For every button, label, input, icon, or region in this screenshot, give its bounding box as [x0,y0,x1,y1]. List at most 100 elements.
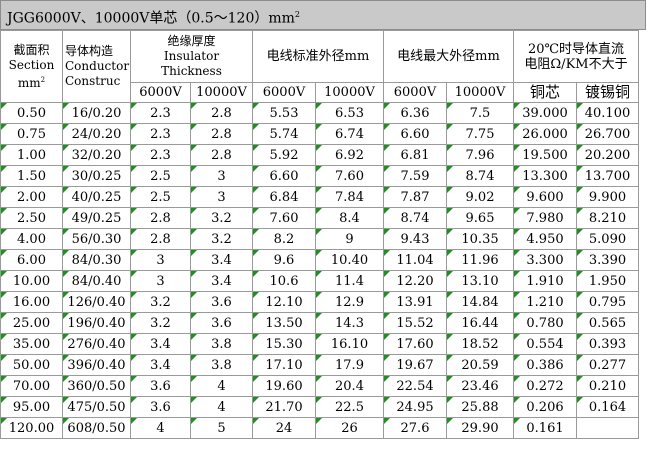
subheader-std-6000v[interactable]: 6000V [252,82,316,103]
cell-std-od-10000v[interactable]: 9 [315,228,384,250]
cell-max-od-6000v[interactable]: 7.59 [383,165,447,187]
cell-section[interactable]: 1.00 [0,144,63,166]
cell-max-od-10000v[interactable]: 18.52 [446,333,514,355]
cell-std-od-6000v[interactable]: 15.30 [252,333,316,355]
cell-ins-10000v[interactable]: 3.2 [190,228,253,250]
cell-conductor[interactable]: 24/0.20 [62,123,131,145]
cell-ins-6000v[interactable]: 2.8 [130,228,191,250]
cell-resistance-copper[interactable]: 4.950 [513,228,577,250]
cell-resistance-tinned[interactable]: 13.700 [576,165,639,187]
cell-ins-6000v[interactable]: 3.4 [130,333,191,355]
cell-max-od-6000v[interactable]: 12.20 [383,270,447,292]
cell-max-od-10000v[interactable]: 20.59 [446,354,514,376]
cell-conductor[interactable]: 276/0.40 [62,333,131,355]
cell-conductor[interactable]: 84/0.30 [62,249,131,271]
cell-std-od-10000v[interactable]: 26 [315,417,384,439]
cell-std-od-6000v[interactable]: 6.84 [252,186,316,208]
cell-ins-10000v[interactable]: 5 [190,417,253,439]
subheader-std-10000v[interactable]: 10000V [315,82,384,103]
cell-ins-10000v[interactable]: 4 [190,396,253,418]
cell-conductor[interactable]: 32/0.20 [62,144,131,166]
cell-max-od-6000v[interactable]: 24.95 [383,396,447,418]
cell-resistance-tinned[interactable]: 1.950 [576,270,639,292]
header-section[interactable]: 截面积 Section mm2 [0,30,63,103]
cell-max-od-6000v[interactable]: 6.36 [383,102,447,124]
cell-std-od-6000v[interactable]: 6.60 [252,165,316,187]
cell-std-od-6000v[interactable]: 17.10 [252,354,316,376]
cell-resistance-copper[interactable]: 9.600 [513,186,577,208]
cell-std-od-6000v[interactable]: 12.10 [252,291,316,313]
cell-max-od-10000v[interactable]: 7.5 [446,102,514,124]
subheader-copper[interactable]: 铜芯 [513,82,577,103]
cell-ins-10000v[interactable]: 3 [190,186,253,208]
cell-max-od-6000v[interactable]: 9.43 [383,228,447,250]
cell-ins-6000v[interactable]: 3 [130,270,191,292]
subheader-max-10000v[interactable]: 10000V [446,82,514,103]
cell-resistance-tinned[interactable]: 26.700 [576,123,639,145]
cell-max-od-10000v[interactable]: 11.96 [446,249,514,271]
cell-std-od-6000v[interactable]: 19.60 [252,375,316,397]
cell-resistance-copper[interactable]: 7.980 [513,207,577,229]
cell-ins-6000v[interactable]: 3.2 [130,291,191,313]
cell-section[interactable]: 6.00 [0,249,63,271]
cell-max-od-10000v[interactable]: 16.44 [446,312,514,334]
cell-conductor[interactable]: 84/0.40 [62,270,131,292]
cell-conductor[interactable]: 49/0.25 [62,207,131,229]
cell-std-od-6000v[interactable]: 8.2 [252,228,316,250]
cell-ins-10000v[interactable]: 3.8 [190,333,253,355]
cell-max-od-6000v[interactable]: 19.67 [383,354,447,376]
cell-max-od-10000v[interactable]: 25.88 [446,396,514,418]
cell-conductor[interactable]: 608/0.50 [62,417,131,439]
cell-section[interactable]: 2.50 [0,207,63,229]
subheader-ins-6000v[interactable]: 6000V [130,82,191,103]
cell-resistance-copper[interactable]: 39.000 [513,102,577,124]
cell-resistance-tinned[interactable]: 0.393 [576,333,639,355]
cell-max-od-6000v[interactable]: 27.6 [383,417,447,439]
header-insulation[interactable]: 绝缘厚度 Insulator Thickness [130,30,253,83]
subheader-ins-10000v[interactable]: 10000V [190,82,253,103]
cell-resistance-copper[interactable]: 0.386 [513,354,577,376]
cell-resistance-tinned[interactable]: 5.090 [576,228,639,250]
cell-resistance-tinned[interactable]: 0.164 [576,396,639,418]
cell-max-od-10000v[interactable]: 14.84 [446,291,514,313]
cell-conductor[interactable]: 360/0.50 [62,375,131,397]
cell-ins-6000v[interactable]: 3.4 [130,354,191,376]
cell-std-od-6000v[interactable]: 9.6 [252,249,316,271]
cell-section[interactable]: 95.00 [0,396,63,418]
cell-max-od-10000v[interactable]: 23.46 [446,375,514,397]
cell-std-od-10000v[interactable]: 8.4 [315,207,384,229]
cell-ins-6000v[interactable]: 3.2 [130,312,191,334]
cell-section[interactable]: 1.50 [0,165,63,187]
subheader-tinned-copper[interactable]: 镀锡铜 [576,82,639,103]
cell-ins-10000v[interactable]: 3.4 [190,249,253,271]
cell-conductor[interactable]: 396/0.40 [62,354,131,376]
cell-std-od-10000v[interactable]: 7.84 [315,186,384,208]
cell-ins-6000v[interactable]: 4 [130,417,191,439]
cell-resistance-copper[interactable]: 0.554 [513,333,577,355]
cell-ins-6000v[interactable]: 2.3 [130,102,191,124]
cell-conductor[interactable]: 196/0.40 [62,312,131,334]
cell-resistance-copper[interactable]: 3.300 [513,249,577,271]
cell-ins-6000v[interactable]: 2.8 [130,207,191,229]
cell-resistance-copper[interactable]: 0.206 [513,396,577,418]
cell-ins-6000v[interactable]: 2.5 [130,165,191,187]
cell-max-od-10000v[interactable]: 9.65 [446,207,514,229]
cell-conductor[interactable]: 126/0.40 [62,291,131,313]
cell-max-od-10000v[interactable]: 9.02 [446,186,514,208]
cell-max-od-6000v[interactable]: 17.60 [383,333,447,355]
cell-max-od-10000v[interactable]: 10.35 [446,228,514,250]
cell-resistance-copper[interactable]: 13.300 [513,165,577,187]
cell-max-od-6000v[interactable]: 8.74 [383,207,447,229]
cell-resistance-tinned[interactable]: 0.277 [576,354,639,376]
cell-resistance-copper[interactable]: 0.272 [513,375,577,397]
cell-max-od-10000v[interactable]: 8.74 [446,165,514,187]
cell-ins-6000v[interactable]: 2.3 [130,123,191,145]
cell-max-od-10000v[interactable]: 13.10 [446,270,514,292]
cell-ins-10000v[interactable]: 2.8 [190,102,253,124]
cell-max-od-6000v[interactable]: 22.54 [383,375,447,397]
cell-ins-10000v[interactable]: 4 [190,375,253,397]
cell-ins-10000v[interactable]: 3 [190,165,253,187]
cell-resistance-copper[interactable]: 1.910 [513,270,577,292]
cell-section[interactable]: 10.00 [0,270,63,292]
cell-std-od-6000v[interactable]: 21.70 [252,396,316,418]
